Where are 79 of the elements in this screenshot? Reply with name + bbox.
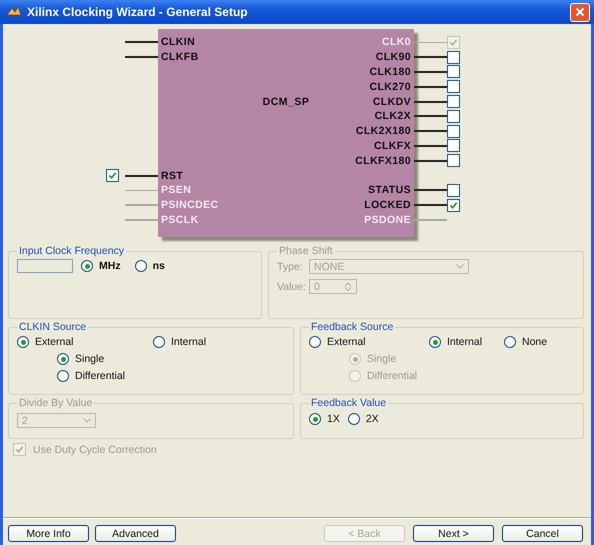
- checkbox[interactable]: [447, 110, 460, 123]
- checkbox-label: Use Duty Cycle Correction: [33, 444, 157, 456]
- close-icon: [575, 7, 585, 17]
- pin-label: CLKFB: [161, 51, 199, 64]
- radio-button[interactable]: 1X: [309, 413, 340, 426]
- checkbox[interactable]: [447, 65, 460, 78]
- spinner-arrows-icon: [344, 282, 352, 292]
- dialog-button[interactable]: Advanced: [95, 525, 176, 542]
- radio-button[interactable]: Internal: [429, 336, 482, 348]
- pin-line: [125, 41, 158, 44]
- pin-label: CLK2X: [374, 110, 411, 122]
- pin-label: RST: [161, 170, 184, 182]
- pin-line: [414, 70, 447, 73]
- pin-line: [414, 130, 447, 132]
- pin-label: LOCKED: [364, 199, 411, 212]
- chevron-down-icon: [456, 264, 464, 270]
- radio-button[interactable]: ns: [134, 260, 165, 272]
- checkbox[interactable]: [447, 139, 460, 152]
- radio-button[interactable]: Internal: [153, 336, 206, 348]
- pin-line: [125, 219, 158, 221]
- radio-button[interactable]: MHz: [81, 260, 121, 272]
- checkbox[interactable]: [447, 184, 460, 197]
- pin-line: [414, 42, 447, 44]
- pin-line: [125, 204, 158, 206]
- pin-line: [125, 190, 158, 192]
- pin-line: [414, 189, 447, 192]
- pin-label: STATUS: [368, 184, 411, 196]
- pin-line: [414, 144, 447, 147]
- pin-line: [414, 160, 447, 162]
- pin-line: [414, 219, 447, 221]
- checkbox[interactable]: [447, 124, 460, 138]
- window-title: Xilinx Clocking Wizard - General Setup: [27, 5, 249, 19]
- radio-button[interactable]: Differential: [57, 370, 125, 382]
- radio-button[interactable]: Single: [57, 353, 104, 366]
- pin-line: [414, 115, 447, 118]
- radio-button[interactable]: 2X: [348, 413, 379, 426]
- pin-label: CLK270: [370, 80, 411, 93]
- checkbox[interactable]: [447, 80, 460, 94]
- pin-label: CLKIN: [161, 36, 196, 48]
- chevron-down-icon: [83, 418, 91, 424]
- value-label: Value:: [277, 280, 305, 293]
- pin-line: [414, 86, 447, 88]
- checkbox[interactable]: [447, 198, 460, 212]
- checkbox[interactable]: [447, 50, 460, 64]
- block-label: DCM_SP: [262, 96, 310, 108]
- pin-label: CLKFX180: [355, 154, 411, 167]
- pin-label: CLKFX: [374, 140, 411, 152]
- radio-button[interactable]: None: [504, 336, 548, 348]
- pin-label: CLK180: [370, 66, 411, 78]
- radio-button[interactable]: External: [309, 336, 366, 348]
- group-title: CLKIN Source: [18, 321, 88, 334]
- pin-line: [125, 174, 158, 177]
- radio-button[interactable]: External: [17, 336, 74, 348]
- pin-label: CLK2X180: [356, 125, 411, 138]
- group-title: Divide By Value: [18, 397, 94, 410]
- dialog-button[interactable]: More Info: [8, 525, 89, 542]
- pin-line: [125, 56, 158, 58]
- pin-label: PSCLK: [161, 214, 199, 226]
- pin-label: PSEN: [161, 184, 192, 196]
- type-label: Type:: [277, 260, 304, 273]
- pin-line: [414, 100, 447, 103]
- pin-label: PSINCDEC: [161, 199, 218, 212]
- group-title: Feedback Source: [310, 321, 394, 334]
- checkbox[interactable]: [447, 95, 460, 108]
- pin-label: CLK90: [376, 51, 411, 64]
- group-title: Feedback Value: [310, 397, 388, 410]
- pin-line: [414, 56, 447, 58]
- dialog-button[interactable]: Next >: [413, 525, 494, 542]
- pin-line: [414, 204, 447, 206]
- checkbox[interactable]: [447, 154, 460, 168]
- pin-label: CLKDV: [372, 96, 411, 108]
- checkbox[interactable]: [106, 169, 119, 182]
- group-title: Phase Shift: [278, 245, 334, 258]
- pin-label: CLK0: [382, 36, 411, 48]
- pin-label: PSDONE: [364, 214, 411, 226]
- close-button[interactable]: [570, 2, 590, 22]
- frequency-input[interactable]: [17, 259, 73, 274]
- dialog-button[interactable]: Cancel: [502, 525, 583, 542]
- group-title: Input Clock Frequency: [18, 245, 126, 258]
